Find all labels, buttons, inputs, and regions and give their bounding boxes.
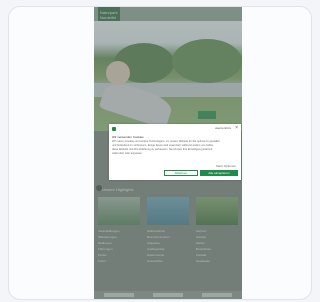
preview-card: Naturpark Nordeifel Unsere Highlights Ve… xyxy=(8,6,312,300)
decline-button[interactable]: Ablehnen xyxy=(164,170,198,176)
more-options-link[interactable]: Mehr Optionen xyxy=(216,164,236,168)
consent-title: Wir verwenden Cookies xyxy=(112,135,144,139)
consent-text-line: widerrufen oder anpassen. xyxy=(112,152,143,155)
accept-all-button[interactable]: Alle akzeptieren xyxy=(200,170,238,176)
consent-text: Wir nutzen Cookies und andere Technologi… xyxy=(112,140,238,156)
brand-mark-icon xyxy=(112,127,116,131)
cookie-consent-dialog: usercentrics × Wir verwenden Cookies Wir… xyxy=(109,124,241,180)
close-icon[interactable]: × xyxy=(235,126,238,131)
powered-by-label: usercentrics xyxy=(214,126,231,130)
